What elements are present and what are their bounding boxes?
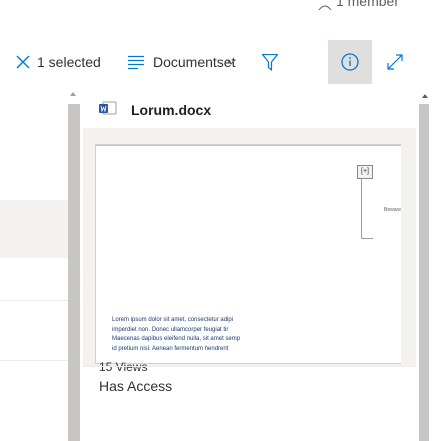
document-line: Lorem ipsum dolor sit amet, consectetur … [112,317,234,323]
details-pane-scrollbar[interactable] [67,92,81,441]
member-count-label: 1 member [335,0,399,9]
selection-count: 1 selected [37,54,101,70]
document-body-text: Lorem ipsum dolor sit amet, consectetur … [112,316,401,354]
details-pane: Lorum.docx [+] Beware Lorem ipsum dolor … [83,84,427,441]
filter-icon [262,53,278,71]
expand-tab: [+] [357,165,373,179]
page-rule [96,145,401,146]
view-switcher-button[interactable]: Documentset [153,40,235,84]
command-bar: 1 selected Documentset [0,40,435,84]
document-note: Beware [384,207,401,213]
info-pane-button[interactable] [328,40,372,84]
clear-selection-button[interactable] [16,40,30,84]
word-document-icon [99,100,117,119]
view-count: 15 Views [99,360,148,374]
scrollbar-thumb[interactable] [419,104,429,441]
view-switcher-dropdown[interactable] [226,40,236,84]
member-count[interactable]: 1 member [318,0,399,11]
chevron-down-icon [226,59,236,65]
has-access-heading: Has Access [99,378,173,394]
document-thumbnail: [+] Beware Lorem ipsum dolor sit amet, c… [95,144,401,364]
file-preview[interactable]: [+] Beware Lorem ipsum dolor sit amet, c… [83,128,427,374]
file-name: Lorum.docx [131,101,212,118]
file-title: Lorum.docx [99,100,211,119]
page-scrollbar[interactable] [416,84,435,441]
expand-icon [387,54,403,70]
close-icon [16,55,30,69]
info-icon [341,53,359,71]
list-item[interactable] [0,200,68,258]
expand-button[interactable] [380,40,410,84]
scroll-up-icon[interactable] [422,94,428,98]
margin-bracket [361,179,373,239]
filter-button[interactable] [254,40,286,84]
list-divider [0,360,68,361]
list-view-icon [128,55,144,69]
document-list-background [0,84,68,441]
person-icon [318,0,332,11]
list-divider [0,300,68,301]
section-divider [83,366,427,367]
document-line: Maecenas dapibus eleifend nulla, sit ame… [112,336,241,342]
scrollbar-thumb[interactable] [68,104,80,441]
view-switcher-icon-button[interactable] [128,40,144,84]
document-line: id pretium nisl. Aenean fermentum hendre… [112,345,229,352]
scroll-up-icon[interactable] [70,92,76,96]
document-line: imperdiet non. Donec ullamcorper feugiat… [112,326,229,333]
